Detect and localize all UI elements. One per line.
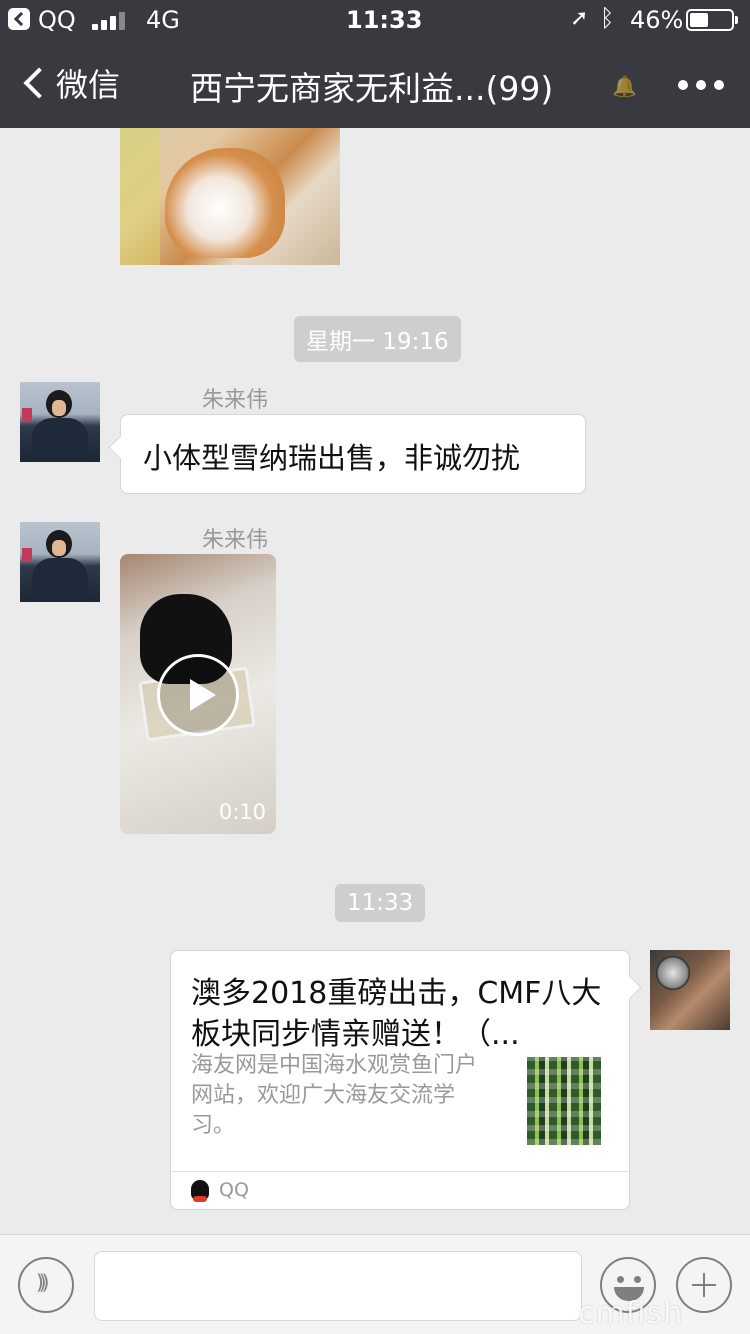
timestamp: 11:33 <box>335 884 426 922</box>
card-source-label: QQ <box>219 1179 249 1201</box>
sender-name: 朱来伟 <box>202 528 269 553</box>
back-to-app-icon[interactable] <box>8 8 30 30</box>
card-description: 海友网是中国海水观赏鱼门户网站，欢迎广大海友交流学习。 <box>191 1053 478 1138</box>
mute-bell-icon <box>612 74 638 98</box>
status-time: 11:33 <box>346 6 423 34</box>
video-duration: 0:10 <box>218 800 266 824</box>
divider <box>171 1171 629 1172</box>
more-icon[interactable] <box>678 80 724 90</box>
voice-icon[interactable] <box>18 1257 74 1313</box>
battery-percent: 46% <box>630 6 684 34</box>
status-bar: QQ 4G 11:33 ➚ ᛒ 46% <box>0 0 750 40</box>
message-input[interactable] <box>94 1251 582 1321</box>
play-icon[interactable] <box>157 654 239 736</box>
battery-icon <box>686 9 738 31</box>
chat-area[interactable]: 星期一 19:16 朱来伟 小体型雪纳瑞出售，非诚勿扰 朱来伟 0:10 11:… <box>0 128 750 1234</box>
sender-name: 朱来伟 <box>202 388 269 413</box>
plus-icon[interactable] <box>676 1257 732 1313</box>
location-icon: ➚ <box>570 6 589 31</box>
top-bar: QQ 4G 11:33 ➚ ᛒ 46% 微信 西宁无商家无利益...(99) <box>0 0 750 128</box>
card-title: 澳多2018重磅出击，CMF八大板块同步情亲赠送！（... <box>191 976 602 1052</box>
battery-fill <box>690 13 709 27</box>
video-message[interactable]: 0:10 <box>120 554 276 834</box>
back-app-label[interactable]: QQ <box>38 6 76 34</box>
nav-bar: 微信 西宁无商家无利益...(99) <box>0 40 750 128</box>
message-text: 小体型雪纳瑞出售，非诚勿扰 <box>143 441 521 475</box>
network-type: 4G <box>146 6 180 34</box>
avatar[interactable] <box>20 382 100 462</box>
shared-link-card[interactable]: 澳多2018重磅出击，CMF八大板块同步情亲赠送！（... 海友网是中国海水观赏… <box>170 950 630 1210</box>
text-message-bubble[interactable]: 小体型雪纳瑞出售，非诚勿扰 <box>120 414 586 494</box>
watermark: cmfish <box>578 1296 684 1331</box>
signal-icon <box>92 12 126 30</box>
bluetooth-icon: ᛒ <box>600 4 615 32</box>
timestamp: 星期一 19:16 <box>294 316 461 362</box>
avatar[interactable] <box>20 522 100 602</box>
card-thumbnail <box>527 1057 601 1145</box>
avatar[interactable] <box>650 950 730 1030</box>
chat-title: 西宁无商家无利益...(99) <box>190 69 554 108</box>
image-message[interactable] <box>120 128 340 265</box>
back-button[interactable]: 微信 <box>20 60 120 106</box>
card-source: QQ <box>191 1179 249 1202</box>
back-label: 微信 <box>56 66 121 104</box>
chevron-left-icon <box>23 67 55 99</box>
qq-icon <box>191 1180 209 1202</box>
